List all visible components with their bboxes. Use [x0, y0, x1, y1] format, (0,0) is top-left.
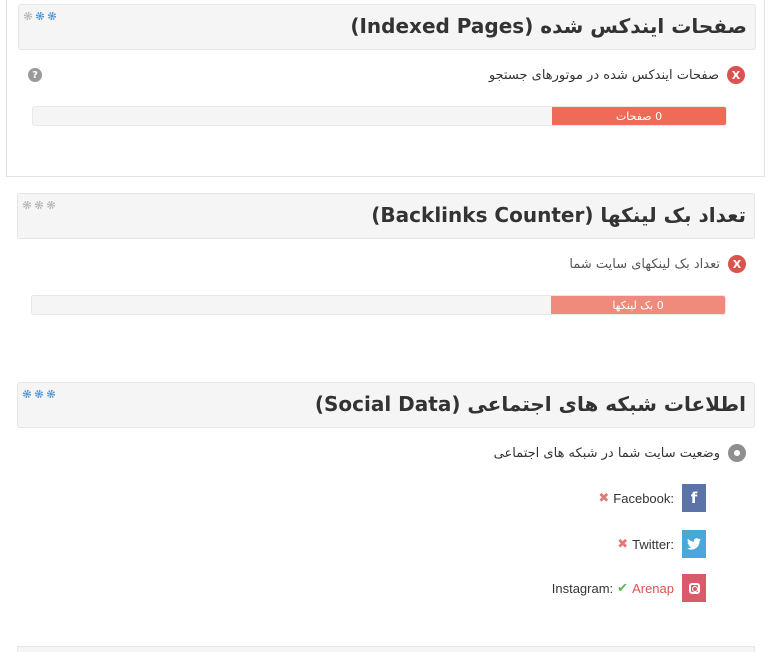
backlinks-title: تعداد بک لینکها (Backlinks Counter)	[371, 203, 746, 227]
gear-icon[interactable]	[23, 11, 33, 21]
x-icon: ✖	[598, 490, 610, 506]
twitter-bird-icon	[687, 538, 701, 550]
indexed-pages-card: صفحات ایندکس شده (Indexed Pages) ? X صفح…	[6, 0, 765, 177]
instagram-glyph	[688, 582, 700, 594]
social-data-title: اطلاعات شبکه های اجتماعی (Social Data)	[314, 392, 746, 416]
social-status-text: وضعیت سایت شما در شبکه های اجتماعی	[493, 445, 720, 461]
gear-icon[interactable]	[35, 11, 45, 21]
next-panel-header	[17, 646, 755, 652]
indexed-pages-status-row: X صفحات ایندکس شده در موتورهای جستجو	[489, 65, 745, 85]
x-icon: ✖	[617, 536, 629, 552]
social-row-twitter: ✖ Twitter:	[617, 530, 706, 558]
x-circle-icon: X	[728, 255, 746, 273]
indexed-pages-header: صفحات ایندکس شده (Indexed Pages)	[18, 4, 756, 50]
social-data-card: اطلاعات شبکه های اجتماعی (Social Data) و…	[6, 378, 765, 646]
gear-icon[interactable]	[47, 11, 57, 21]
instagram-icon[interactable]	[682, 574, 706, 602]
indexed-pages-progress: 0 صفحات	[32, 106, 727, 126]
indexed-pages-title: صفحات ایندکس شده (Indexed Pages)	[350, 14, 747, 38]
panel-settings[interactable]	[23, 11, 57, 21]
backlinks-status-text: تعداد بک لینکهای سایت شما	[569, 256, 720, 272]
gear-icon[interactable]	[22, 389, 32, 399]
instagram-label: Instagram:	[551, 580, 614, 596]
facebook-icon[interactable]: f	[682, 484, 706, 512]
gear-icon[interactable]	[46, 200, 56, 210]
gear-icon[interactable]	[46, 389, 56, 399]
instagram-username-link[interactable]: Arenap	[632, 581, 674, 596]
gear-icon[interactable]	[22, 200, 32, 210]
backlinks-header: تعداد بک لینکها (Backlinks Counter)	[17, 193, 755, 239]
indexed-pages-status-text: صفحات ایندکس شده در موتورهای جستجو	[488, 67, 719, 83]
check-icon: ✔	[617, 580, 629, 596]
backlinks-card: تعداد بک لینکها (Backlinks Counter) X تع…	[6, 189, 765, 339]
facebook-label: Facebook:	[613, 490, 674, 506]
x-circle-icon: X	[727, 66, 745, 84]
indexed-pages-progress-fill: 0 صفحات	[552, 107, 726, 125]
social-row-facebook: ✖ Facebook: f	[598, 484, 706, 512]
social-status-row: وضعیت سایت شما در شبکه های اجتماعی	[494, 443, 746, 463]
gear-icon[interactable]	[34, 389, 44, 399]
backlinks-status-row: X تعداد بک لینکهای سایت شما	[569, 254, 746, 274]
panel-settings[interactable]	[22, 389, 56, 399]
panel-settings[interactable]	[22, 200, 56, 210]
social-row-instagram: Instagram: ✔ Arenap	[552, 574, 706, 602]
social-data-header: اطلاعات شبکه های اجتماعی (Social Data)	[17, 382, 755, 428]
twitter-label: Twitter:	[632, 536, 674, 552]
question-circle-icon[interactable]: ?	[28, 68, 42, 82]
gear-icon[interactable]	[34, 200, 44, 210]
backlinks-progress: 0 بک لینکها	[31, 295, 726, 315]
twitter-icon[interactable]	[682, 530, 706, 558]
backlinks-progress-fill: 0 بک لینکها	[551, 296, 725, 314]
info-circle-icon	[728, 444, 746, 462]
